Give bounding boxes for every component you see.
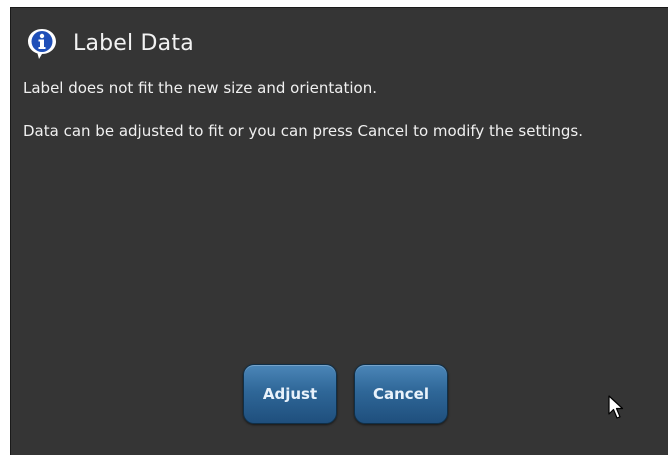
- mouse-pointer-icon: [608, 395, 624, 421]
- label-data-dialog: Label Data Label does not fit the new si…: [10, 7, 668, 455]
- dialog-header: Label Data: [25, 26, 194, 60]
- message-instructions: Data can be adjusted to fit or you can p…: [23, 122, 584, 140]
- dialog-title: Label Data: [73, 30, 194, 56]
- screen: Label Data Label does not fit the new si…: [0, 0, 670, 458]
- adjust-button[interactable]: Adjust: [243, 364, 337, 424]
- info-icon: [25, 26, 59, 60]
- cancel-button[interactable]: Cancel: [354, 364, 448, 424]
- message-fit-warning: Label does not fit the new size and orie…: [23, 79, 377, 97]
